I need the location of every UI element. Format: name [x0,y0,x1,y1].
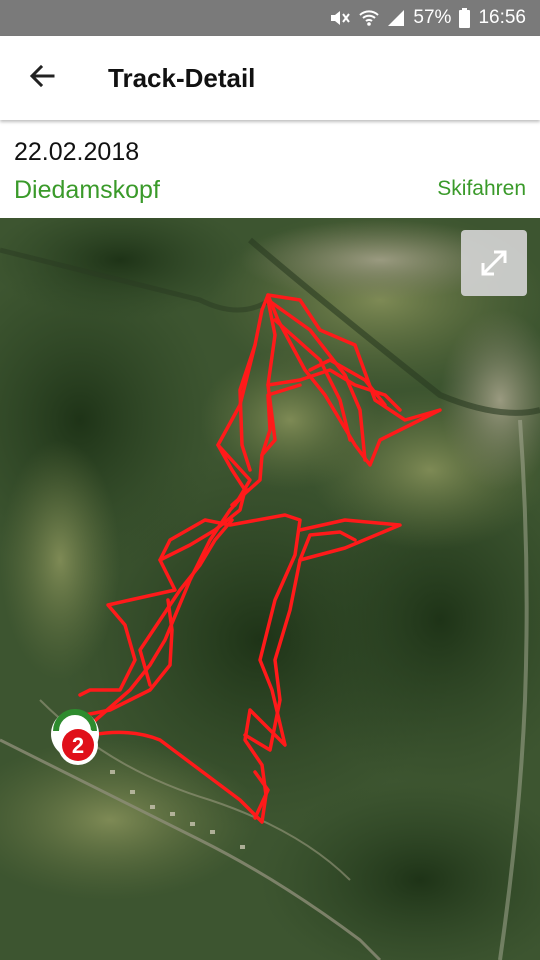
mute-icon [329,8,351,28]
back-button[interactable] [0,36,84,120]
page-title: Track-Detail [108,62,256,93]
arrow-left-icon [29,64,55,93]
track-activity: Skifahren [437,177,526,200]
status-bar: 57% 16:56 [0,0,540,36]
clock: 16:56 [478,7,526,28]
track-info: 22.02.2018 Diedamskopf Skifahren [0,122,540,218]
battery-percent: 57% [413,7,452,28]
satellite-map[interactable]: 2 [0,218,540,960]
track-location: Diedamskopf [14,176,160,204]
expand-map-button[interactable] [461,230,527,296]
battery-icon [459,8,471,28]
track-map[interactable]: 2 [0,218,540,960]
wifi-icon [359,8,380,28]
expand-diagonal-icon [476,245,512,281]
signal-icon [387,9,405,27]
marker-label: 2 [72,733,84,758]
app-toolbar: Track-Detail [0,36,540,120]
track-date: 22.02.2018 [14,138,140,166]
